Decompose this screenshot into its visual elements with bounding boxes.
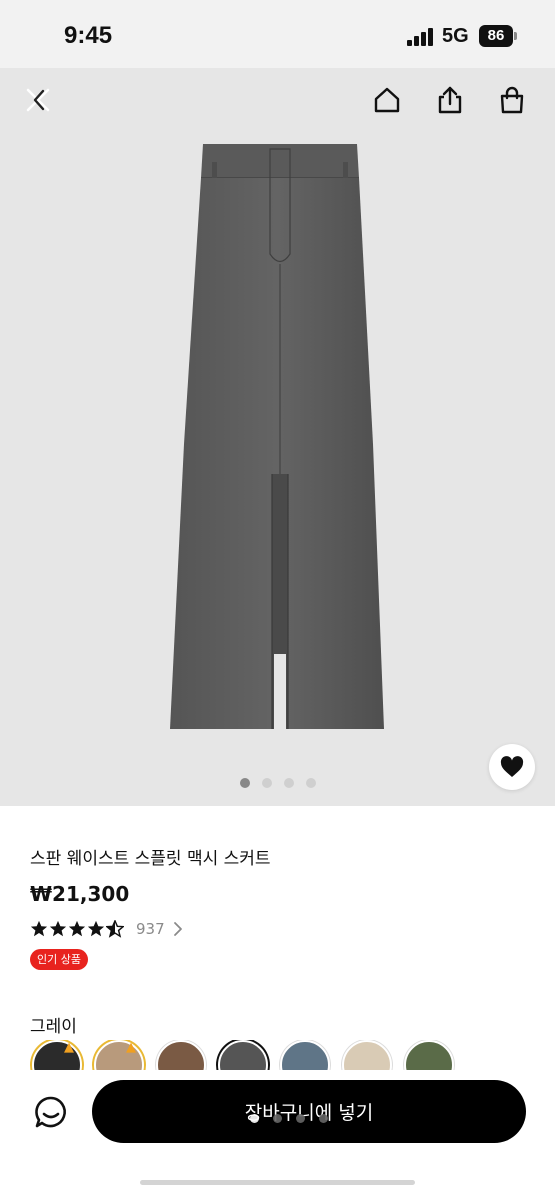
color-swatches — [30, 1040, 555, 1074]
star-icon — [68, 920, 86, 937]
color-swatch[interactable] — [404, 1040, 454, 1074]
network-type: 5G — [442, 25, 469, 47]
hot-flame-icon: ▲ — [126, 1040, 136, 1055]
cart-button[interactable] — [492, 80, 532, 120]
heart-icon — [500, 756, 524, 777]
home-indicator — [140, 1180, 415, 1185]
close-icon — [26, 88, 50, 112]
add-to-cart-button[interactable]: 장바구니에 넣기 — [92, 1080, 526, 1143]
close-button[interactable] — [18, 80, 58, 120]
product-image — [160, 144, 400, 734]
loading-dots — [250, 1114, 328, 1123]
chat-icon — [35, 1096, 66, 1128]
battery-tip — [514, 32, 517, 40]
signal-icon — [407, 28, 435, 46]
star-rating — [30, 920, 124, 938]
status-bar: 9:45 5G 86 — [0, 0, 555, 68]
chat-button[interactable] — [29, 1090, 73, 1134]
popular-badge: 인기 상품 — [30, 949, 88, 970]
wishlist-button[interactable] — [489, 744, 535, 790]
star-icon — [49, 920, 67, 937]
pagination-dot[interactable] — [305, 778, 316, 788]
share-button[interactable] — [430, 80, 470, 120]
pagination-dot[interactable] — [261, 778, 272, 788]
half-star-icon — [106, 920, 124, 938]
color-swatch[interactable] — [32, 1040, 82, 1074]
battery-icon: 86 — [479, 25, 513, 47]
star-icon — [87, 920, 105, 937]
selected-color-name: 그레이 — [30, 1017, 77, 1037]
color-swatch[interactable] — [156, 1040, 206, 1074]
rating-row[interactable]: 937 — [30, 920, 183, 938]
color-swatch[interactable] — [280, 1040, 330, 1074]
home-button[interactable] — [367, 80, 407, 120]
product-price: ₩21,300 — [30, 882, 130, 906]
share-icon — [438, 86, 462, 114]
product-title: 스판 웨이스트 스플릿 맥시 스커트 — [30, 849, 271, 869]
color-swatch[interactable] — [218, 1040, 268, 1074]
home-icon — [374, 87, 400, 113]
gallery-pagination — [0, 778, 555, 788]
color-swatch[interactable] — [94, 1040, 144, 1074]
star-icon — [30, 920, 48, 937]
review-count[interactable]: 937 — [136, 920, 165, 938]
pagination-dot[interactable] — [283, 778, 294, 788]
shopping-bag-icon — [500, 86, 524, 114]
color-swatch[interactable] — [342, 1040, 392, 1074]
chevron-right-icon — [173, 922, 182, 936]
hot-flame-icon: ▲ — [64, 1040, 74, 1055]
pagination-dot[interactable] — [239, 778, 250, 788]
status-time: 9:45 — [64, 22, 113, 49]
